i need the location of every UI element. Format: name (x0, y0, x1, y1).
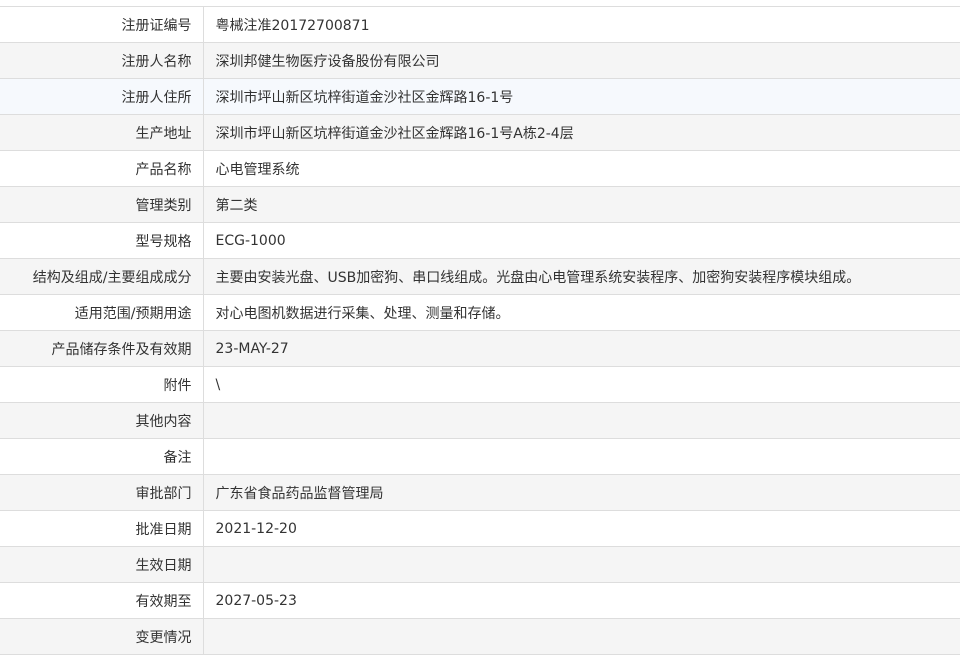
value-registrant-name: 深圳邦健生物医疗设备股份有限公司 (203, 42, 960, 79)
row-approval-department: 审批部门 广东省食品药品监督管理局 (0, 474, 960, 511)
value-registrant-address: 深圳市坪山新区坑梓街道金沙社区金辉路16-1号 (203, 78, 960, 115)
label-valid-until: 有效期至 (0, 582, 204, 619)
label-intended-use: 适用范围/预期用途 (0, 294, 204, 331)
row-storage-validity: 产品储存条件及有效期 23-MAY-27 (0, 330, 960, 367)
label-attachment: 附件 (0, 366, 204, 403)
label-storage-validity: 产品储存条件及有效期 (0, 330, 204, 367)
label-product-name: 产品名称 (0, 150, 204, 187)
row-attachment: 附件 \ (0, 366, 960, 403)
label-approval-date: 批准日期 (0, 510, 204, 547)
value-other-content (203, 402, 960, 439)
value-management-category: 第二类 (203, 186, 960, 223)
label-registration-number: 注册证编号 (0, 6, 204, 43)
row-effective-date: 生效日期 (0, 546, 960, 583)
label-model-spec: 型号规格 (0, 222, 204, 259)
value-product-name: 心电管理系统 (203, 150, 960, 187)
row-registration-number: 注册证编号 粤械注准20172700871 (0, 6, 960, 43)
value-production-address: 深圳市坪山新区坑梓街道金沙社区金辉路16-1号A栋2-4层 (203, 114, 960, 151)
registration-detail-table: 注册证编号 粤械注准20172700871 注册人名称 深圳邦健生物医疗设备股份… (0, 6, 960, 655)
row-other-content: 其他内容 (0, 402, 960, 439)
row-approval-date: 批准日期 2021-12-20 (0, 510, 960, 547)
label-management-category: 管理类别 (0, 186, 204, 223)
value-attachment: \ (203, 366, 960, 403)
row-valid-until: 有效期至 2027-05-23 (0, 582, 960, 619)
value-model-spec: ECG-1000 (203, 222, 960, 259)
row-registrant-name: 注册人名称 深圳邦健生物医疗设备股份有限公司 (0, 42, 960, 79)
row-model-spec: 型号规格 ECG-1000 (0, 222, 960, 259)
row-intended-use: 适用范围/预期用途 对心电图机数据进行采集、处理、测量和存储。 (0, 294, 960, 331)
row-remarks: 备注 (0, 438, 960, 475)
value-storage-validity: 23-MAY-27 (203, 330, 960, 367)
value-registration-number: 粤械注准20172700871 (203, 6, 960, 43)
value-effective-date (203, 546, 960, 583)
value-remarks (203, 438, 960, 475)
row-change-history: 变更情况 (0, 618, 960, 655)
value-change-history (203, 618, 960, 655)
label-production-address: 生产地址 (0, 114, 204, 151)
label-approval-department: 审批部门 (0, 474, 204, 511)
row-registrant-address: 注册人住所 深圳市坪山新区坑梓街道金沙社区金辉路16-1号 (0, 78, 960, 115)
value-approval-date: 2021-12-20 (203, 510, 960, 547)
label-effective-date: 生效日期 (0, 546, 204, 583)
label-structure-composition: 结构及组成/主要组成成分 (0, 258, 204, 295)
row-management-category: 管理类别 第二类 (0, 186, 960, 223)
value-approval-department: 广东省食品药品监督管理局 (203, 474, 960, 511)
label-change-history: 变更情况 (0, 618, 204, 655)
row-structure-composition: 结构及组成/主要组成成分 主要由安装光盘、USB加密狗、串口线组成。光盘由心电管… (0, 258, 960, 295)
value-structure-composition: 主要由安装光盘、USB加密狗、串口线组成。光盘由心电管理系统安装程序、加密狗安装… (203, 258, 960, 295)
row-production-address: 生产地址 深圳市坪山新区坑梓街道金沙社区金辉路16-1号A栋2-4层 (0, 114, 960, 151)
label-other-content: 其他内容 (0, 402, 204, 439)
label-registrant-address: 注册人住所 (0, 78, 204, 115)
label-registrant-name: 注册人名称 (0, 42, 204, 79)
value-valid-until: 2027-05-23 (203, 582, 960, 619)
label-remarks: 备注 (0, 438, 204, 475)
row-product-name: 产品名称 心电管理系统 (0, 150, 960, 187)
value-intended-use: 对心电图机数据进行采集、处理、测量和存储。 (203, 294, 960, 331)
